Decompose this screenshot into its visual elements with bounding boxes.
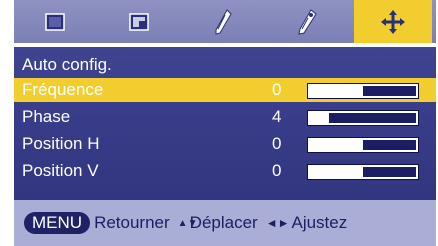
tab-adjust[interactable] xyxy=(186,0,260,43)
tab-screen[interactable] xyxy=(18,0,92,43)
help-move-label: Déplacer xyxy=(189,213,258,232)
up-down-arrows-icon: ▲▼ xyxy=(177,217,198,229)
tab-settings[interactable] xyxy=(270,0,344,43)
menu-panel: Auto config. Fréquence 0 Phase 4 Positio… xyxy=(14,45,436,200)
help-bar: MENU Retourner ▲▼ Déplacer ◄► Ajustez xyxy=(14,200,436,246)
menu-item-value: 0 xyxy=(272,161,282,180)
left-right-arrows-icon: ◄► xyxy=(265,216,290,230)
level-slider[interactable] xyxy=(307,137,419,153)
adjust-tool-icon xyxy=(215,8,232,35)
menu-item-frequence[interactable]: Fréquence 0 xyxy=(14,78,436,102)
level-fill xyxy=(310,167,363,177)
menu-item-value: 4 xyxy=(272,107,282,126)
level-slider[interactable] xyxy=(307,110,419,126)
level-fill xyxy=(310,86,363,96)
picture-in-picture-icon xyxy=(129,12,149,31)
osd-menu: Auto config. Fréquence 0 Phase 4 Positio… xyxy=(14,0,436,246)
screen-icon xyxy=(45,12,65,31)
level-slider[interactable] xyxy=(307,83,419,99)
level-slider[interactable] xyxy=(307,164,419,180)
menu-item-label: Position V xyxy=(22,161,99,180)
level-fill xyxy=(310,113,330,123)
menu-item-label: Fréquence xyxy=(22,80,104,99)
menu-item-value: 0 xyxy=(272,134,282,153)
menu-item-label: Phase xyxy=(22,107,71,126)
menu-item-value: 0 xyxy=(272,80,282,99)
help-back-label: Retourner xyxy=(94,213,170,232)
menu-item-label: Position H xyxy=(22,134,100,153)
menu-title-row[interactable]: Auto config. xyxy=(14,53,436,77)
position-arrows-icon xyxy=(381,9,405,34)
tab-picture[interactable] xyxy=(102,0,176,43)
menu-item-auto-config: Auto config. xyxy=(22,55,112,74)
menu-item-position-h[interactable]: Position H 0 xyxy=(14,132,436,156)
menu-item-phase[interactable]: Phase 4 xyxy=(14,105,436,129)
settings-tool-icon xyxy=(298,8,317,35)
help-adjust-label: Ajustez xyxy=(291,213,348,232)
menu-key-badge: MENU xyxy=(24,212,91,234)
level-fill xyxy=(310,140,363,150)
tab-bar xyxy=(14,0,436,46)
tab-position[interactable] xyxy=(354,0,432,43)
menu-item-position-v[interactable]: Position V 0 xyxy=(14,159,436,183)
